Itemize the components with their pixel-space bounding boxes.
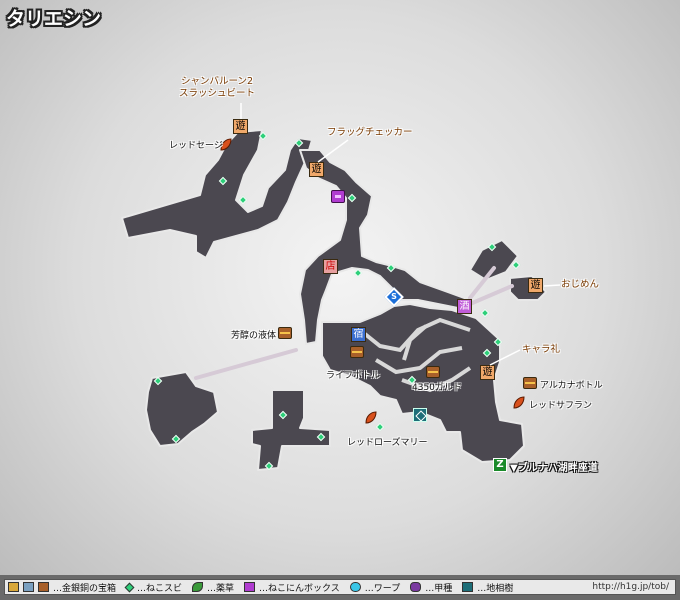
label-saffron: レッドサフラン: [529, 401, 593, 411]
chest-icon: [23, 582, 34, 592]
diamond-icon: [124, 582, 135, 592]
label-houbo: 芳醇の液体: [231, 331, 277, 341]
label-red-sage: レッドセージ: [169, 141, 223, 151]
label-kyara: キャラ礼: [522, 344, 561, 355]
legend-label-herb: …薬草: [207, 583, 235, 594]
map-view: タリエシン 遊 遊 遊 遊 店 宿 酒 S Z ▼ブルナハ湖畔座道 シャンバルー…: [0, 0, 680, 600]
label-life: ライフボトル: [326, 371, 381, 381]
cat-box-icon: [244, 582, 256, 592]
label-arcana: アルカナボトル: [540, 381, 603, 391]
legend-label-chest: …金銀銅の宝箱: [53, 583, 117, 594]
warp-icon: [349, 582, 361, 592]
legend-label-warp: …ワープ: [364, 583, 401, 594]
label-ojimen: おじめん: [561, 279, 600, 290]
leaf-icon: [192, 582, 204, 592]
label-rosemary: レッドローズマリー: [347, 438, 428, 448]
shell-icon: [410, 582, 422, 592]
legend-label-tree: …地相樹: [477, 583, 514, 594]
label-flag: フラッグチェッカー: [327, 127, 413, 138]
legend-label-cat: …ねこスビ: [137, 583, 183, 594]
source-url: http://h1g.jp/tob/: [592, 582, 669, 592]
legend-row: …金銀銅の宝箱 …ねこスビ …薬草 …ねこにんボックス …ワープ …甲種 …地相…: [4, 579, 676, 595]
chest-icon: [8, 582, 19, 592]
tree-icon: [462, 582, 474, 592]
legend-label-catbox: …ねこにんボックス: [259, 583, 340, 594]
label-balloon: シャンバルーン2 スラッシュビート: [178, 76, 255, 99]
label-gald: 4350ガルド: [412, 383, 462, 393]
legend-label-shell: …甲種: [425, 583, 453, 594]
legend-bar: …金銀銅の宝箱 …ねこスビ …薬草 …ねこにんボックス …ワープ …甲種 …地相…: [0, 575, 680, 600]
chest-icon: [38, 582, 49, 592]
